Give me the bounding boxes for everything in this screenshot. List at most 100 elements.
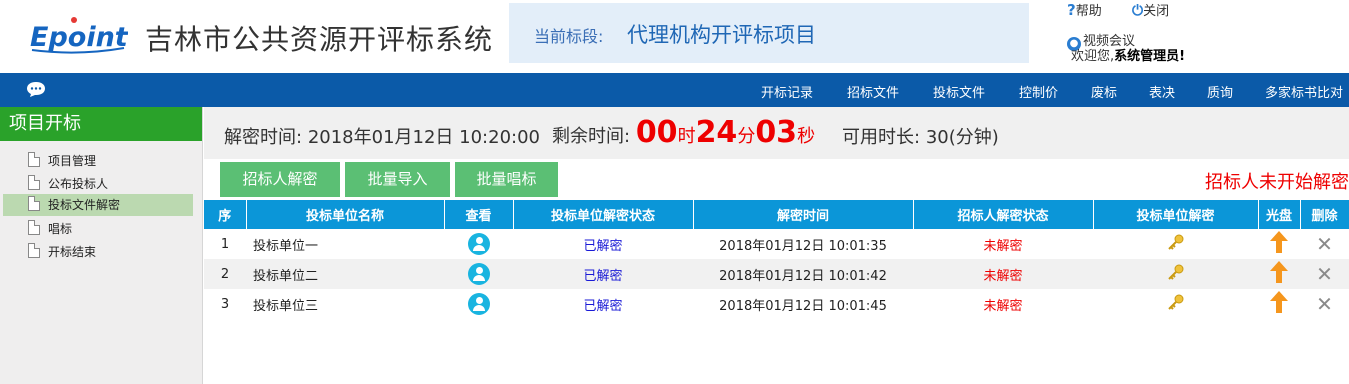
minutes-unit: 分 bbox=[737, 126, 756, 147]
col-header-no: 序 bbox=[204, 200, 247, 229]
welcome-prefix: 欢迎您, bbox=[1071, 49, 1115, 64]
header: Epoint 吉林市公共资源开评标系统 当前标段: 代理机构开评标项目 ?帮助 … bbox=[0, 0, 1349, 73]
system-title: 吉林市公共资源开评标系统 bbox=[145, 23, 494, 56]
delete-cell: ✕ bbox=[1300, 229, 1349, 259]
sidebar: 项目开标 项目管理 公布投标人 投标文件解密 唱标 开标结束 bbox=[0, 107, 203, 384]
remaining-seconds: 03 bbox=[755, 115, 798, 150]
col-header-delete: 删除 bbox=[1300, 200, 1349, 229]
nav-bid-opening-record[interactable]: 开标记录 bbox=[761, 82, 813, 101]
chat-bubble-icon[interactable] bbox=[26, 81, 46, 98]
bidder-decrypt-cell bbox=[1093, 289, 1258, 319]
table-row: 1 投标单位一 已解密 2018年01月12日 10:01:35 未解密 ✕ bbox=[204, 229, 1349, 259]
sidebar-item-bid-file-decryption[interactable]: 投标文件解密 bbox=[3, 194, 193, 216]
hours-unit: 时 bbox=[677, 126, 696, 147]
bidder-name: 投标单位一 bbox=[246, 229, 444, 259]
tenderer-decrypt-status: 未解密 bbox=[913, 259, 1093, 289]
bidder-name: 投标单位二 bbox=[246, 259, 444, 289]
decrypt-status-message: 招标人未开始解密 bbox=[1205, 172, 1349, 193]
sidebar-item-label: 公布投标人 bbox=[48, 177, 109, 191]
upload-arrow-icon[interactable] bbox=[1269, 260, 1289, 284]
close-link[interactable]: ⏻关闭 bbox=[1132, 0, 1169, 19]
decrypt-time-label: 解密时间: bbox=[224, 127, 303, 148]
stage-label: 当前标段: bbox=[534, 27, 604, 46]
sidebar-item-bid-reading[interactable]: 唱标 bbox=[3, 218, 193, 240]
key-icon[interactable] bbox=[1167, 293, 1185, 311]
delete-cell: ✕ bbox=[1300, 259, 1349, 289]
col-header-name: 投标单位名称 bbox=[246, 200, 445, 229]
question-icon: ? bbox=[1067, 1, 1076, 19]
col-header-tenderer-status: 招标人解密状态 bbox=[913, 200, 1094, 229]
available-duration: 可用时长: 30(分钟) bbox=[842, 123, 999, 149]
duration-value: 30(分钟) bbox=[925, 127, 999, 148]
nav-tender-documents[interactable]: 招标文件 bbox=[847, 82, 899, 101]
nav-invalid-bid[interactable]: 废标 bbox=[1091, 82, 1117, 101]
bidder-table: 序 投标单位名称 查看 投标单位解密状态 解密时间 招标人解密状态 投标单位解密… bbox=[204, 200, 1349, 319]
view-cell bbox=[444, 289, 513, 319]
remaining-time: 剩余时间: 00时24分03秒 bbox=[552, 115, 815, 150]
nav-control-price[interactable]: 控制价 bbox=[1019, 82, 1058, 101]
user-view-icon[interactable] bbox=[467, 233, 490, 255]
help-link[interactable]: ?帮助 bbox=[1067, 0, 1102, 19]
document-icon bbox=[28, 175, 40, 190]
view-cell bbox=[444, 229, 513, 259]
batch-import-button[interactable]: 批量导入 bbox=[345, 162, 450, 197]
delete-x-icon[interactable]: ✕ bbox=[1316, 232, 1333, 256]
svg-text:Epoint: Epoint bbox=[30, 22, 128, 53]
col-header-disc: 光盘 bbox=[1258, 200, 1301, 229]
upload-arrow-icon[interactable] bbox=[1269, 230, 1289, 254]
batch-sing-button[interactable]: 批量唱标 bbox=[455, 162, 558, 197]
col-header-bidder-decrypt: 投标单位解密 bbox=[1093, 200, 1259, 229]
remaining-label: 剩余时间: bbox=[552, 126, 631, 147]
bidder-decrypt-cell bbox=[1093, 259, 1258, 289]
upload-arrow-icon[interactable] bbox=[1269, 290, 1289, 314]
view-cell bbox=[444, 259, 513, 289]
remaining-minutes: 24 bbox=[695, 115, 738, 150]
sidebar-item-label: 投标文件解密 bbox=[48, 198, 121, 212]
tenderer-decrypt-status: 未解密 bbox=[913, 289, 1093, 319]
sidebar-item-label: 开标结束 bbox=[48, 245, 97, 259]
bidder-decrypt-status: 已解密 bbox=[513, 289, 693, 319]
sidebar-item-opening-end[interactable]: 开标结束 bbox=[3, 241, 193, 263]
delete-x-icon[interactable]: ✕ bbox=[1316, 292, 1333, 316]
remaining-hours: 00 bbox=[635, 115, 678, 150]
welcome-user: 系统管理员! bbox=[1114, 49, 1186, 64]
table-row: 3 投标单位三 已解密 2018年01月12日 10:01:45 未解密 ✕ bbox=[204, 289, 1349, 319]
document-icon bbox=[28, 243, 40, 258]
bidder-decrypt-cell bbox=[1093, 229, 1258, 259]
sidebar-title: 项目开标 bbox=[0, 107, 202, 141]
seconds-unit: 秒 bbox=[797, 126, 816, 147]
col-header-bidder-status: 投标单位解密状态 bbox=[513, 200, 694, 229]
table-row: 2 投标单位二 已解密 2018年01月12日 10:01:42 未解密 ✕ bbox=[204, 259, 1349, 289]
decrypt-time-cell: 2018年01月12日 10:01:35 bbox=[693, 229, 913, 259]
nav-inquiry[interactable]: 质询 bbox=[1207, 82, 1233, 101]
table-header-row: 序 投标单位名称 查看 投标单位解密状态 解密时间 招标人解密状态 投标单位解密… bbox=[204, 200, 1349, 229]
user-view-icon[interactable] bbox=[467, 263, 490, 285]
bidder-name: 投标单位三 bbox=[246, 289, 444, 319]
nav-bid-documents[interactable]: 投标文件 bbox=[933, 82, 985, 101]
nav-vote[interactable]: 表决 bbox=[1149, 82, 1175, 101]
bidder-decrypt-status: 已解密 bbox=[513, 229, 693, 259]
delete-x-icon[interactable]: ✕ bbox=[1316, 262, 1333, 286]
sidebar-item-project-management[interactable]: 项目管理 bbox=[3, 150, 193, 172]
row-no: 1 bbox=[204, 229, 246, 259]
decrypt-time-cell: 2018年01月12日 10:01:42 bbox=[693, 259, 913, 289]
top-nav-bar: 开标记录 招标文件 投标文件 控制价 废标 表决 质询 多家标书比对 bbox=[0, 73, 1349, 107]
decrypt-time-value: 2018年01月12日 10:20:00 bbox=[307, 127, 540, 148]
sidebar-item-publish-bidders[interactable]: 公布投标人 bbox=[3, 173, 193, 195]
sidebar-item-label: 项目管理 bbox=[48, 154, 97, 168]
nav-bid-comparison[interactable]: 多家标书比对 bbox=[1265, 82, 1343, 101]
decrypt-info-bar: 解密时间: 2018年01月12日 10:20:00 剩余时间: 00时24分0… bbox=[204, 107, 1349, 159]
duration-label: 可用时长: bbox=[842, 127, 921, 148]
row-no: 3 bbox=[204, 289, 246, 319]
tenderer-decrypt-button[interactable]: 招标人解密 bbox=[220, 162, 340, 197]
key-icon[interactable] bbox=[1167, 233, 1185, 251]
disc-cell bbox=[1258, 259, 1300, 289]
col-header-time: 解密时间 bbox=[693, 200, 914, 229]
delete-cell: ✕ bbox=[1300, 289, 1349, 319]
document-icon bbox=[28, 196, 40, 211]
key-icon[interactable] bbox=[1167, 263, 1185, 281]
user-view-icon[interactable] bbox=[467, 293, 490, 315]
decrypt-time-cell: 2018年01月12日 10:01:45 bbox=[693, 289, 913, 319]
document-icon bbox=[28, 152, 40, 167]
disc-cell bbox=[1258, 229, 1300, 259]
